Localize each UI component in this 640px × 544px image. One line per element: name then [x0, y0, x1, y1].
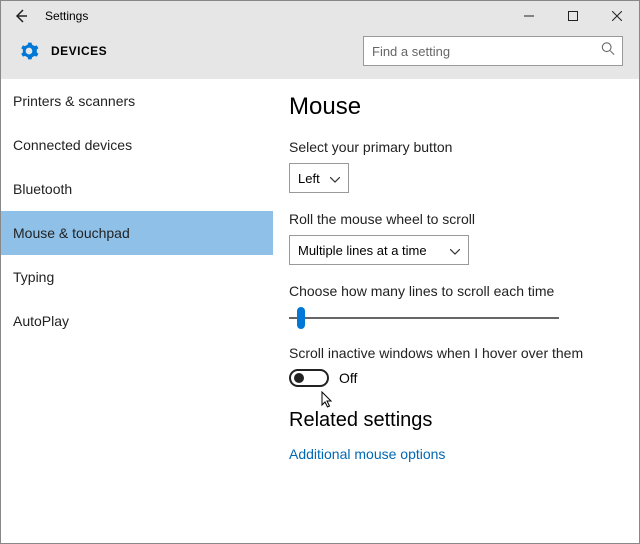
window-title: Settings [41, 9, 507, 23]
back-button[interactable] [1, 8, 41, 24]
wheel-scroll-value: Multiple lines at a time [298, 243, 427, 258]
toggle-knob [294, 373, 304, 383]
chevron-down-icon [330, 171, 340, 186]
page-heading: Mouse [289, 93, 619, 121]
wheel-scroll-label: Roll the mouse wheel to scroll [289, 211, 619, 227]
primary-button-value: Left [298, 171, 320, 186]
search-wrap [363, 36, 623, 66]
slider-thumb[interactable] [297, 307, 305, 329]
header-band: DEVICES [1, 31, 639, 79]
maximize-button[interactable] [551, 1, 595, 31]
search-icon [601, 42, 615, 61]
cursor-icon [321, 391, 335, 414]
hover-scroll-toggle-row: Off [289, 369, 619, 387]
close-icon [612, 11, 622, 21]
sidebar-item-bluetooth[interactable]: Bluetooth [1, 167, 273, 211]
sidebar-item-mouse-touchpad[interactable]: Mouse & touchpad [1, 211, 273, 255]
window-controls [507, 1, 639, 31]
sidebar-item-label: Typing [13, 269, 54, 285]
search-input[interactable] [363, 36, 623, 66]
primary-button-dropdown[interactable]: Left [289, 163, 349, 193]
hover-scroll-label: Scroll inactive windows when I hover ove… [289, 345, 619, 361]
sidebar: Printers & scanners Connected devices Bl… [1, 79, 273, 543]
sidebar-item-label: Printers & scanners [13, 93, 135, 109]
sidebar-item-typing[interactable]: Typing [1, 255, 273, 299]
sidebar-item-connected-devices[interactable]: Connected devices [1, 123, 273, 167]
arrow-left-icon [13, 8, 29, 24]
chevron-down-icon [450, 243, 460, 258]
additional-mouse-options-link[interactable]: Additional mouse options [289, 446, 619, 462]
close-button[interactable] [595, 1, 639, 31]
wheel-scroll-dropdown[interactable]: Multiple lines at a time [289, 235, 469, 265]
main-content: Mouse Select your primary button Left Ro… [273, 79, 639, 543]
section-label: DEVICES [51, 44, 363, 58]
gear-icon [19, 41, 39, 61]
hover-scroll-state: Off [339, 370, 357, 386]
maximize-icon [568, 11, 578, 21]
sidebar-item-autoplay[interactable]: AutoPlay [1, 299, 273, 343]
sidebar-item-label: Mouse & touchpad [13, 225, 130, 241]
gear-icon-wrap [17, 41, 41, 61]
hover-scroll-toggle[interactable] [289, 369, 329, 387]
sidebar-item-printers[interactable]: Printers & scanners [1, 79, 273, 123]
sidebar-item-label: Bluetooth [13, 181, 72, 197]
minimize-button[interactable] [507, 1, 551, 31]
lines-scroll-slider[interactable] [289, 307, 559, 329]
titlebar: Settings [1, 1, 639, 31]
minimize-icon [524, 11, 534, 21]
slider-track [289, 317, 559, 319]
related-settings-heading: Related settings [289, 409, 619, 432]
primary-button-label: Select your primary button [289, 139, 619, 155]
sidebar-item-label: Connected devices [13, 137, 132, 153]
lines-scroll-label: Choose how many lines to scroll each tim… [289, 283, 619, 299]
sidebar-item-label: AutoPlay [13, 313, 69, 329]
